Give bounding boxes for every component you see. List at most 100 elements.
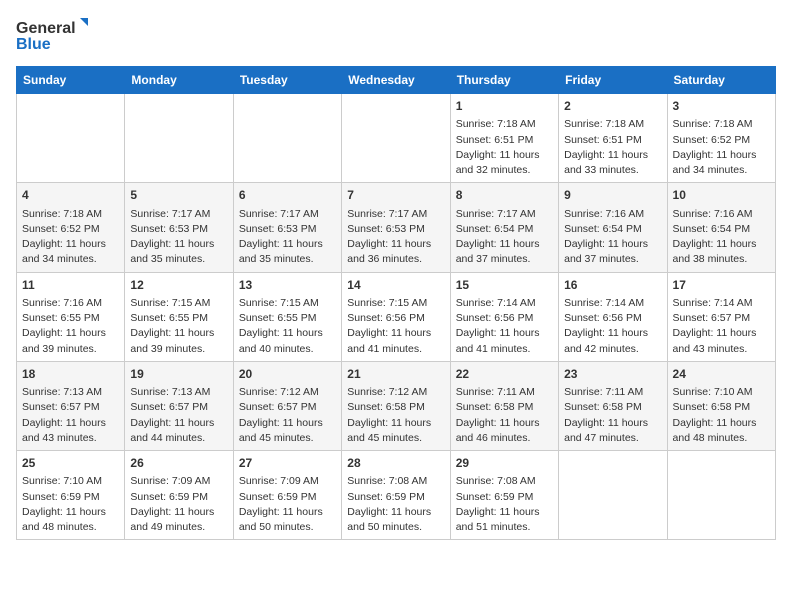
day-number: 11 — [22, 277, 119, 294]
day-number: 25 — [22, 455, 119, 472]
day-number: 7 — [347, 187, 444, 204]
day-info: Sunrise: 7:12 AMSunset: 6:58 PMDaylight:… — [347, 386, 431, 444]
day-header-friday: Friday — [559, 67, 667, 94]
day-number: 26 — [130, 455, 227, 472]
day-number: 15 — [456, 277, 553, 294]
calendar-cell: 25 Sunrise: 7:10 AMSunset: 6:59 PMDayligh… — [17, 451, 125, 540]
calendar-cell: 20Sunrise: 7:12 AMSunset: 6:57 PMDayligh… — [233, 361, 341, 450]
page-header: GeneralBlue — [16, 16, 776, 56]
day-info: Sunrise: 7:13 AMSunset: 6:57 PMDaylight:… — [22, 386, 106, 444]
day-info: Sunrise: 7:18 AMSunset: 6:51 PMDaylight:… — [456, 118, 540, 176]
day-info: Sunrise: 7:18 AMSunset: 6:52 PMDaylight:… — [22, 208, 106, 266]
day-number: 2 — [564, 98, 661, 115]
day-number: 3 — [673, 98, 770, 115]
calendar-cell: 11 Sunrise: 7:16 AMSunset: 6:55 PMDayligh… — [17, 272, 125, 361]
day-info: Sunrise: 7:14 AMSunset: 6:56 PMDaylight:… — [564, 297, 648, 355]
day-header-monday: Monday — [125, 67, 233, 94]
calendar-cell: 18 Sunrise: 7:13 AMSunset: 6:57 PMDayligh… — [17, 361, 125, 450]
day-info: Sunrise: 7:11 AMSunset: 6:58 PMDaylight:… — [564, 386, 648, 444]
day-info: Sunrise: 7:08 AMSunset: 6:59 PMDaylight:… — [456, 475, 540, 533]
calendar-cell: 10 Sunrise: 7:16 AMSunset: 6:54 PMDayligh… — [667, 183, 775, 272]
day-info: Sunrise: 7:09 AMSunset: 6:59 PMDaylight:… — [239, 475, 323, 533]
day-info: Sunrise: 7:15 AMSunset: 6:55 PMDaylight:… — [130, 297, 214, 355]
day-number: 14 — [347, 277, 444, 294]
day-header-saturday: Saturday — [667, 67, 775, 94]
calendar-cell — [233, 94, 341, 183]
day-number: 9 — [564, 187, 661, 204]
day-number: 10 — [673, 187, 770, 204]
day-header-sunday: Sunday — [17, 67, 125, 94]
day-number: 1 — [456, 98, 553, 115]
day-number: 19 — [130, 366, 227, 383]
calendar-cell: 16 Sunrise: 7:14 AMSunset: 6:56 PMDayligh… — [559, 272, 667, 361]
calendar-cell: 15Sunrise: 7:14 AMSunset: 6:56 PMDayligh… — [450, 272, 558, 361]
day-number: 17 — [673, 277, 770, 294]
header-row: SundayMondayTuesdayWednesdayThursdayFrid… — [17, 67, 776, 94]
day-header-tuesday: Tuesday — [233, 67, 341, 94]
day-number: 6 — [239, 187, 336, 204]
day-info: Sunrise: 7:09 AMSunset: 6:59 PMDaylight:… — [130, 475, 214, 533]
logo: GeneralBlue — [16, 16, 96, 56]
day-number: 13 — [239, 277, 336, 294]
day-info: Sunrise: 7:18 AMSunset: 6:52 PMDaylight:… — [673, 118, 757, 176]
calendar-cell: 23 Sunrise: 7:11 AMSunset: 6:58 PMDayligh… — [559, 361, 667, 450]
day-info: Sunrise: 7:16 AMSunset: 6:55 PMDaylight:… — [22, 297, 106, 355]
calendar-cell — [667, 451, 775, 540]
calendar-cell: 7 Sunrise: 7:17 AMSunset: 6:53 PMDaylight… — [342, 183, 450, 272]
week-row: 18 Sunrise: 7:13 AMSunset: 6:57 PMDayligh… — [17, 361, 776, 450]
day-number: 4 — [22, 187, 119, 204]
day-info: Sunrise: 7:11 AMSunset: 6:58 PMDaylight:… — [456, 386, 540, 444]
calendar-cell: 13Sunrise: 7:15 AMSunset: 6:55 PMDayligh… — [233, 272, 341, 361]
calendar-cell: 29Sunrise: 7:08 AMSunset: 6:59 PMDayligh… — [450, 451, 558, 540]
day-info: Sunrise: 7:14 AMSunset: 6:57 PMDaylight:… — [673, 297, 757, 355]
calendar-cell: 24 Sunrise: 7:10 AMSunset: 6:58 PMDayligh… — [667, 361, 775, 450]
calendar-cell: 5 Sunrise: 7:17 AMSunset: 6:53 PMDaylight… — [125, 183, 233, 272]
calendar-cell: 28Sunrise: 7:08 AMSunset: 6:59 PMDayligh… — [342, 451, 450, 540]
calendar-cell: 4 Sunrise: 7:18 AMSunset: 6:52 PMDaylight… — [17, 183, 125, 272]
day-header-wednesday: Wednesday — [342, 67, 450, 94]
day-info: Sunrise: 7:18 AMSunset: 6:51 PMDaylight:… — [564, 118, 648, 176]
day-number: 8 — [456, 187, 553, 204]
logo-icon: GeneralBlue — [16, 16, 96, 56]
day-number: 22 — [456, 366, 553, 383]
day-info: Sunrise: 7:17 AMSunset: 6:53 PMDaylight:… — [239, 208, 323, 266]
day-info: Sunrise: 7:16 AMSunset: 6:54 PMDaylight:… — [564, 208, 648, 266]
day-info: Sunrise: 7:12 AMSunset: 6:57 PMDaylight:… — [239, 386, 323, 444]
day-info: Sunrise: 7:16 AMSunset: 6:54 PMDaylight:… — [673, 208, 757, 266]
week-row: 1 Sunrise: 7:18 AMSunset: 6:51 PMDaylight… — [17, 94, 776, 183]
day-number: 12 — [130, 277, 227, 294]
calendar-cell: 9 Sunrise: 7:16 AMSunset: 6:54 PMDaylight… — [559, 183, 667, 272]
calendar-cell: 1 Sunrise: 7:18 AMSunset: 6:51 PMDaylight… — [450, 94, 558, 183]
day-number: 24 — [673, 366, 770, 383]
calendar-cell: 2 Sunrise: 7:18 AMSunset: 6:51 PMDaylight… — [559, 94, 667, 183]
day-number: 16 — [564, 277, 661, 294]
day-info: Sunrise: 7:17 AMSunset: 6:53 PMDaylight:… — [347, 208, 431, 266]
day-number: 5 — [130, 187, 227, 204]
day-number: 21 — [347, 366, 444, 383]
day-number: 23 — [564, 366, 661, 383]
calendar-cell: 19 Sunrise: 7:13 AMSunset: 6:57 PMDayligh… — [125, 361, 233, 450]
calendar-table: SundayMondayTuesdayWednesdayThursdayFrid… — [16, 66, 776, 540]
day-number: 28 — [347, 455, 444, 472]
calendar-cell: 3 Sunrise: 7:18 AMSunset: 6:52 PMDaylight… — [667, 94, 775, 183]
calendar-cell: 14 Sunrise: 7:15 AMSunset: 6:56 PMDayligh… — [342, 272, 450, 361]
calendar-cell: 8Sunrise: 7:17 AMSunset: 6:54 PMDaylight… — [450, 183, 558, 272]
calendar-cell — [559, 451, 667, 540]
week-row: 4 Sunrise: 7:18 AMSunset: 6:52 PMDaylight… — [17, 183, 776, 272]
svg-text:General: General — [16, 20, 76, 37]
day-info: Sunrise: 7:13 AMSunset: 6:57 PMDaylight:… — [130, 386, 214, 444]
day-info: Sunrise: 7:10 AMSunset: 6:59 PMDaylight:… — [22, 475, 106, 533]
day-info: Sunrise: 7:10 AMSunset: 6:58 PMDaylight:… — [673, 386, 757, 444]
day-number: 18 — [22, 366, 119, 383]
day-header-thursday: Thursday — [450, 67, 558, 94]
day-info: Sunrise: 7:15 AMSunset: 6:56 PMDaylight:… — [347, 297, 431, 355]
calendar-cell: 6 Sunrise: 7:17 AMSunset: 6:53 PMDaylight… — [233, 183, 341, 272]
day-number: 27 — [239, 455, 336, 472]
svg-text:Blue: Blue — [16, 36, 51, 53]
calendar-cell: 27 Sunrise: 7:09 AMSunset: 6:59 PMDayligh… — [233, 451, 341, 540]
day-info: Sunrise: 7:17 AMSunset: 6:53 PMDaylight:… — [130, 208, 214, 266]
calendar-cell: 21 Sunrise: 7:12 AMSunset: 6:58 PMDayligh… — [342, 361, 450, 450]
calendar-body: 1 Sunrise: 7:18 AMSunset: 6:51 PMDaylight… — [17, 94, 776, 540]
calendar-cell: 26 Sunrise: 7:09 AMSunset: 6:59 PMDayligh… — [125, 451, 233, 540]
calendar-cell: 22 Sunrise: 7:11 AMSunset: 6:58 PMDayligh… — [450, 361, 558, 450]
